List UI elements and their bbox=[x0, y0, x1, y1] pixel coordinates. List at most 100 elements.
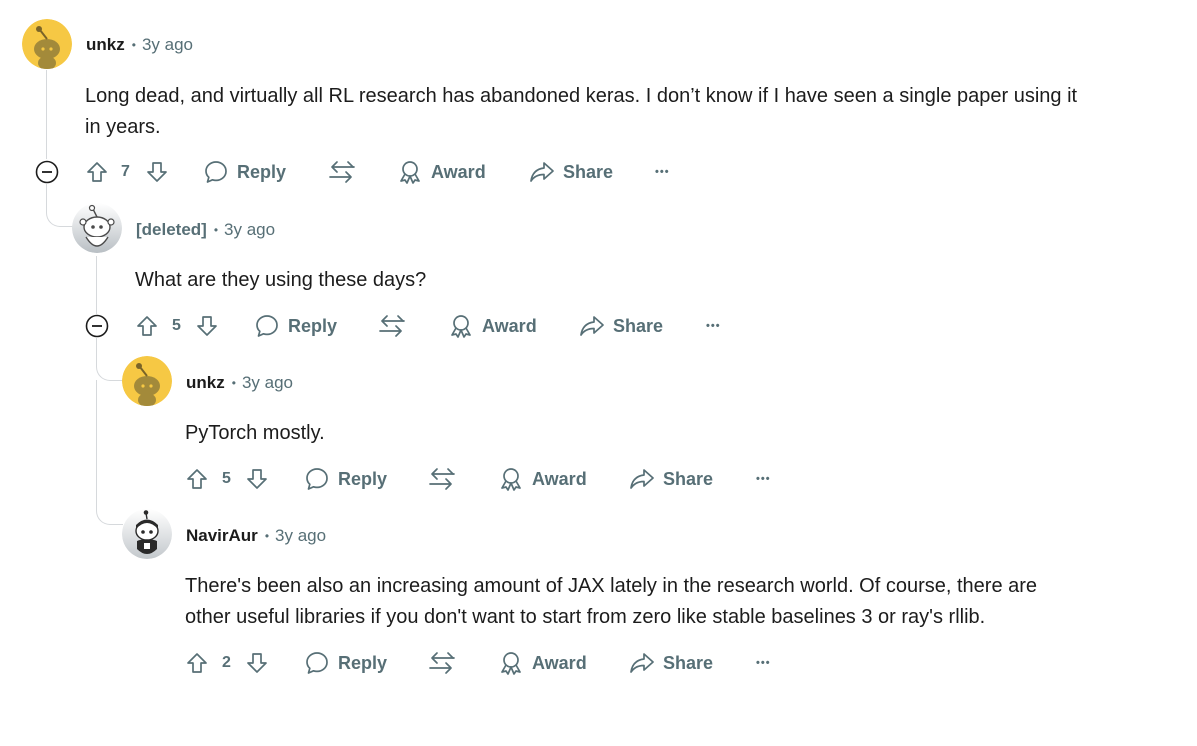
reply-button[interactable]: Reply bbox=[304, 464, 387, 494]
comment-author[interactable]: NavirAur bbox=[186, 526, 258, 546]
comment-action-bar: 7 Reply Award Share ••• bbox=[85, 157, 705, 187]
avatar[interactable] bbox=[72, 203, 122, 253]
comment-timestamp[interactable]: 3y ago bbox=[242, 373, 293, 393]
comment-body-line: other useful libraries if you don't want… bbox=[185, 606, 986, 628]
award-button[interactable]: Award bbox=[498, 648, 587, 678]
thread-line bbox=[96, 256, 97, 314]
award-button[interactable]: Award bbox=[498, 464, 587, 494]
comment-body: PyTorch mostly. bbox=[185, 418, 1175, 449]
downvote-icon bbox=[147, 162, 167, 182]
meta-separator: • bbox=[264, 529, 270, 543]
award-label: Award bbox=[532, 468, 587, 489]
collapse-icon bbox=[85, 314, 109, 338]
downvote-button[interactable] bbox=[245, 648, 269, 678]
collapse-thread-button[interactable] bbox=[35, 160, 59, 184]
comment-author[interactable]: unkz bbox=[86, 35, 125, 55]
meta-separator: • bbox=[231, 376, 236, 390]
comment-timestamp[interactable]: 3y ago bbox=[275, 526, 326, 546]
award-icon bbox=[501, 468, 521, 491]
award-label: Award bbox=[431, 161, 486, 182]
award-button[interactable]: Award bbox=[448, 311, 537, 341]
downvote-icon bbox=[247, 469, 267, 489]
share-icon bbox=[630, 653, 654, 673]
share-label: Share bbox=[563, 161, 614, 182]
snoo-avatar-icon bbox=[22, 19, 72, 69]
comment-body-line: PyTorch mostly. bbox=[185, 422, 325, 444]
comment-body: What are they using these days? bbox=[135, 265, 1175, 296]
award-icon bbox=[501, 652, 521, 675]
upvote-icon bbox=[187, 653, 207, 673]
reply-icon bbox=[256, 315, 278, 337]
collapse-thread-button[interactable] bbox=[85, 314, 109, 338]
share-button[interactable]: Share bbox=[529, 157, 613, 187]
comment-author: [deleted] bbox=[136, 220, 207, 239]
meta-separator: • bbox=[213, 223, 219, 237]
snoo-custom-avatar-icon bbox=[122, 509, 172, 559]
comment-timestamp[interactable]: 3y ago bbox=[142, 35, 193, 55]
share-button[interactable]: Share bbox=[579, 311, 663, 341]
crosspost-icon bbox=[429, 468, 455, 490]
upvote-button[interactable] bbox=[185, 648, 209, 678]
award-button[interactable]: Award bbox=[397, 157, 486, 187]
share-icon bbox=[530, 162, 554, 182]
thread-connector bbox=[96, 380, 123, 525]
avatar[interactable] bbox=[22, 19, 72, 69]
upvote-icon bbox=[87, 162, 107, 182]
comment-action-bar: 2 Reply Award Share ••• bbox=[185, 648, 805, 678]
vote-count: 7 bbox=[121, 163, 130, 180]
crosspost-button[interactable] bbox=[428, 464, 456, 494]
downvote-icon bbox=[247, 653, 267, 673]
award-icon bbox=[451, 315, 471, 338]
downvote-button[interactable] bbox=[245, 464, 269, 494]
more-options-button[interactable]: ••• bbox=[756, 464, 771, 494]
share-icon bbox=[580, 316, 604, 336]
crosspost-icon bbox=[379, 315, 405, 337]
reply-icon bbox=[205, 161, 227, 183]
comment-action-bar: 5 Reply Award Share ••• bbox=[135, 311, 755, 341]
thread-connector bbox=[96, 338, 123, 381]
thread-connector bbox=[46, 184, 73, 227]
upvote-icon bbox=[137, 316, 157, 336]
comment-body-line: Long dead, and virtually all RL research… bbox=[85, 85, 1078, 107]
avatar[interactable] bbox=[122, 356, 172, 406]
upvote-button[interactable] bbox=[185, 464, 209, 494]
more-options-button[interactable]: ••• bbox=[655, 157, 670, 187]
snoo-deleted-avatar-icon bbox=[72, 203, 122, 253]
reply-label: Reply bbox=[237, 161, 287, 182]
share-button[interactable]: Share bbox=[629, 648, 713, 678]
more-icon: ••• bbox=[756, 473, 771, 485]
comment-timestamp[interactable]: 3y ago bbox=[224, 220, 275, 240]
crosspost-button[interactable] bbox=[428, 648, 456, 678]
comment-author[interactable]: unkz bbox=[186, 373, 225, 393]
crosspost-button[interactable] bbox=[378, 311, 406, 341]
upvote-button[interactable] bbox=[85, 157, 109, 187]
reply-button[interactable]: Reply bbox=[203, 157, 286, 187]
downvote-icon bbox=[197, 316, 217, 336]
share-button[interactable]: Share bbox=[629, 464, 713, 494]
crosspost-button[interactable] bbox=[328, 157, 356, 187]
collapse-icon bbox=[35, 160, 59, 184]
award-icon bbox=[400, 161, 420, 184]
more-options-button[interactable]: ••• bbox=[706, 311, 721, 341]
meta-separator: • bbox=[131, 38, 136, 52]
comment-body-line: There's been also an increasing amount o… bbox=[185, 575, 1038, 597]
avatar[interactable] bbox=[122, 509, 172, 559]
vote-count: 5 bbox=[222, 470, 231, 487]
reply-label: Reply bbox=[338, 468, 388, 489]
crosspost-icon bbox=[329, 161, 355, 183]
more-options-button[interactable]: ••• bbox=[756, 648, 771, 678]
comment-body-line: What are they using these days? bbox=[135, 269, 427, 291]
reply-button[interactable]: Reply bbox=[304, 648, 387, 678]
award-label: Award bbox=[482, 315, 537, 336]
downvote-button[interactable] bbox=[195, 311, 219, 341]
more-icon: ••• bbox=[655, 166, 670, 178]
downvote-button[interactable] bbox=[145, 157, 169, 187]
reply-icon bbox=[306, 652, 328, 674]
reply-label: Reply bbox=[338, 652, 388, 673]
more-icon: ••• bbox=[706, 320, 721, 332]
reply-button[interactable]: Reply bbox=[254, 311, 337, 341]
share-label: Share bbox=[613, 315, 664, 336]
vote-count: 2 bbox=[222, 654, 231, 671]
upvote-button[interactable] bbox=[135, 311, 159, 341]
vote-count: 5 bbox=[172, 317, 181, 334]
